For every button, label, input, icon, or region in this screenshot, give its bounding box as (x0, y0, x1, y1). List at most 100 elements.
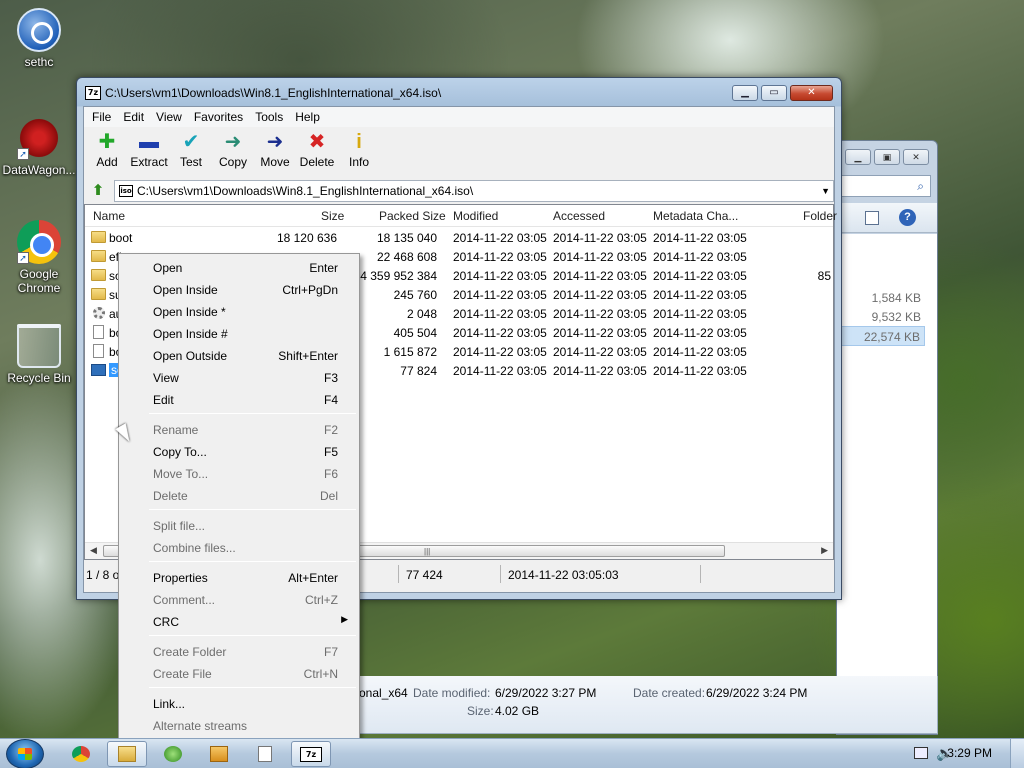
toolbar-delete-button[interactable]: ✖ Delete (296, 128, 338, 178)
menu-tools[interactable]: Tools (249, 107, 289, 127)
menu-item-label: CRC (153, 615, 179, 629)
file-accessed: 2014-11-22 03:05 (553, 364, 647, 378)
menu-item-crc[interactable]: CRC ▶ (122, 610, 356, 632)
chrome-icon: ➚ (17, 220, 61, 264)
menu-separator (149, 413, 356, 414)
toolbar-info-button[interactable]: i Info (338, 128, 380, 178)
status-selection: 1 / 8 o (86, 568, 120, 582)
menu-item-open[interactable]: Open Enter (122, 256, 356, 278)
toolbar-move-button[interactable]: ➜ Move (254, 128, 296, 178)
explorer-close-button[interactable]: ✕ (903, 149, 929, 165)
menu-item-label: Open Inside # (153, 327, 228, 341)
chevron-down-icon[interactable]: ▼ (821, 186, 830, 196)
explorer-window[interactable]: ▁ ▣ ✕ ⌕ ? e 1,584 KB 9,532 KB 22,574 KB (836, 140, 938, 735)
toolbar-extract-button[interactable]: ▬ Extract (128, 128, 170, 178)
preview-pane-button[interactable] (865, 211, 879, 225)
explorer-file-list[interactable]: 1,584 KB 9,532 KB 22,574 KB (837, 234, 937, 679)
shortcut-arrow-icon: ➚ (17, 148, 29, 160)
explorer-search-input[interactable]: ⌕ (839, 175, 931, 197)
menu-item-copy-to[interactable]: Copy To... F5 (122, 440, 356, 462)
menu-item-shortcut: Alt+Enter (288, 571, 338, 585)
toolbar-copy-button[interactable]: ➜ Copy (212, 128, 254, 178)
explorer-minimize-button[interactable]: ▁ (845, 149, 871, 165)
folder-icon (91, 288, 106, 300)
window-title-bar[interactable]: 7z C:\Users\vm1\Downloads\Win8.1_English… (85, 86, 441, 100)
column-modified[interactable]: Modified (453, 209, 498, 223)
desktop-icon-sethc[interactable]: sethc (0, 8, 78, 69)
desktop-icon-recycle-bin[interactable]: Recycle Bin (0, 324, 78, 385)
file-metadata-changed: 2014-11-22 03:05 (653, 345, 747, 359)
window-title: C:\Users\vm1\Downloads\Win8.1_EnglishInt… (105, 86, 442, 100)
status-modified: 2014-11-22 03:05:03 (508, 568, 619, 582)
minimize-button[interactable]: ▁ (732, 85, 758, 101)
file-modified: 2014-11-22 03:05 (453, 307, 547, 321)
delete-icon: ✖ (308, 131, 326, 153)
file-modified: 2014-11-22 03:05 (453, 250, 547, 264)
folder-up-icon[interactable]: ⬆ (88, 181, 108, 201)
toolbar-add-button[interactable]: ✚ Add (86, 128, 128, 178)
menu-item-label: Link... (153, 697, 186, 711)
column-packed-size[interactable]: Packed Size (379, 209, 446, 223)
taskbar-notepad-button[interactable] (245, 741, 285, 767)
show-desktop-button[interactable] (1010, 739, 1024, 768)
explorer-file-size: 9,532 KB (871, 310, 921, 324)
taskbar-chrome-button[interactable] (61, 741, 101, 767)
menu-item-shortcut: F7 (323, 645, 338, 659)
column-metadata-changed[interactable]: Metadata Cha... (653, 209, 738, 223)
column-folders[interactable]: Folder (803, 209, 837, 223)
menu-item-edit[interactable]: Edit F4 (122, 388, 356, 410)
menu-item-link[interactable]: Link... (122, 692, 356, 714)
file-modified: 2014-11-22 03:05 (453, 288, 547, 302)
menu-item-label: View (153, 371, 179, 385)
clock[interactable]: 3:29 PM (947, 746, 992, 760)
context-menu[interactable]: Open Enter Open Inside Ctrl+PgDn Open Inside… (118, 253, 360, 739)
taskbar-media-player-button[interactable] (199, 741, 239, 767)
start-button[interactable] (6, 739, 44, 768)
taskbar-7zip-button[interactable]: 7z (291, 741, 331, 767)
address-input[interactable]: iso C:\Users\vm1\Downloads\Win8.1_Englis… (114, 180, 834, 202)
menu-item-open-inside[interactable]: Open Inside Ctrl+PgDn (122, 278, 356, 300)
file-accessed: 2014-11-22 03:05 (553, 269, 647, 283)
menu-item-shortcut: Del (319, 489, 338, 503)
help-icon[interactable]: ? (899, 209, 916, 226)
column-accessed[interactable]: Accessed (553, 209, 605, 223)
file-row[interactable]: boot 18 120 636 18 135 040 2014-11-22 03:05… (85, 228, 833, 247)
size-label: Size: (467, 704, 494, 718)
toolbar-test-button[interactable]: ✔ Test (170, 128, 212, 178)
scroll-right-icon[interactable]: ▶ (821, 545, 828, 556)
scroll-left-icon[interactable]: ◀ (90, 545, 97, 556)
menu-item-label: Alternate streams (153, 719, 248, 733)
taskbar: 7z 🔈 3:29 PM (0, 738, 1024, 768)
menu-item-label: Open Outside (153, 349, 228, 363)
file-metadata-changed: 2014-11-22 03:05 (653, 231, 747, 245)
menu-edit[interactable]: Edit (117, 107, 150, 127)
file-folders: 85 (817, 269, 831, 283)
column-size[interactable]: Size (321, 209, 344, 223)
close-button[interactable]: ✕ (790, 85, 833, 101)
menu-item-properties[interactable]: Properties Alt+Enter (122, 566, 356, 588)
maximize-button[interactable]: ▭ (761, 85, 787, 101)
toolbar-label: Delete (299, 155, 335, 169)
menu-item-label: Rename (153, 423, 199, 437)
desktop-icon-datawagon[interactable]: ➚ DataWagon... (0, 116, 78, 177)
file-packed-size: 245 760 (393, 288, 437, 302)
menu-item-open-outside[interactable]: Open Outside Shift+Enter (122, 344, 356, 366)
7zip-icon: 7z (300, 746, 322, 762)
menu-help[interactable]: Help (289, 107, 326, 127)
desktop-icon-chrome[interactable]: ➚ Google Chrome (0, 220, 78, 295)
menu-item-label: Open Inside (153, 283, 218, 297)
menu-item-shortcut: Shift+Enter (278, 349, 338, 363)
menu-view[interactable]: View (150, 107, 188, 127)
menu-item-view[interactable]: View F3 (122, 366, 356, 388)
network-icon[interactable] (914, 747, 928, 759)
explorer-maximize-button[interactable]: ▣ (874, 149, 900, 165)
folder-icon (118, 746, 136, 762)
explorer-toolbar: ? (837, 203, 937, 233)
menu-favorites[interactable]: Favorites (188, 107, 249, 127)
column-name[interactable]: Name (93, 209, 125, 223)
taskbar-media-center-button[interactable] (153, 741, 193, 767)
taskbar-explorer-button[interactable] (107, 741, 147, 767)
menu-item-open-inside[interactable]: Open Inside # (122, 322, 356, 344)
menu-item-open-inside[interactable]: Open Inside * (122, 300, 356, 322)
menu-file[interactable]: File (86, 107, 117, 127)
